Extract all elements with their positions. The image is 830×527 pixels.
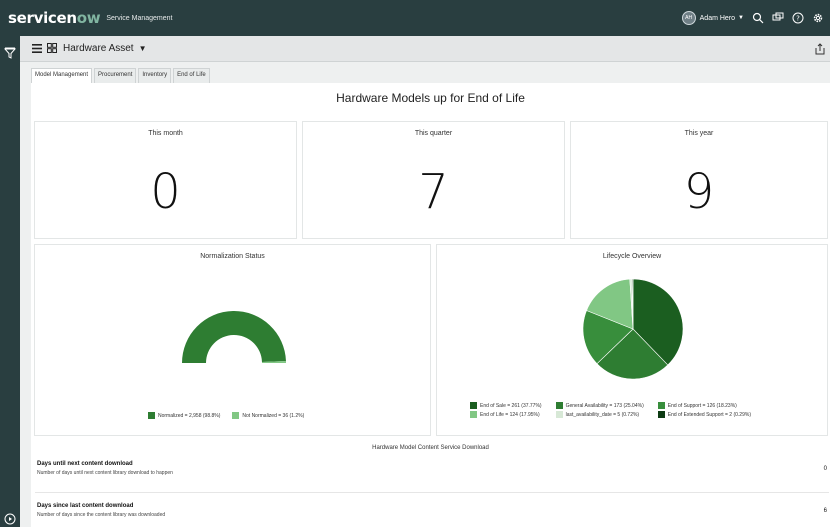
legend-label: End of Extended Support = 2 (0.29%) [667,411,751,418]
legend-swatch [555,402,563,409]
legend-label: End of Life = 124 (17.95%) [480,411,540,418]
counter-this-year[interactable]: This year 9 [570,121,828,239]
legend-swatch [657,411,665,418]
dashboard-title[interactable]: Hardware Asset [63,43,134,54]
row-description: Number of days since the content library… [37,512,166,518]
counter-value: 7 [418,164,449,220]
widget-title: Normalization Status [200,253,265,260]
normalization-legend: Normalized = 2,958 (98.8%) Not Normalize… [148,412,304,419]
normalization-donut-chart[interactable] [35,263,432,413]
dashboard-switcher-chevron-icon[interactable]: ▼ [139,44,147,53]
tab-procurement[interactable]: Procurement [94,68,137,83]
left-navigation-rail [0,36,20,527]
tab-inventory[interactable]: Inventory [138,68,172,83]
legend-swatch [470,402,477,409]
lifecycle-legend: End of Sale = 261 (37.77%) End of Life =… [470,402,751,418]
counter-label: This quarter [414,130,453,137]
donut-slice-normalized[interactable] [182,310,286,363]
row-description: Number of days until next content librar… [37,470,173,476]
legend-item-last-availability-date[interactable]: last_availability_date = 5 (0.72%) [555,411,644,418]
play-icon[interactable] [4,512,16,527]
search-icon[interactable] [752,12,764,24]
content-download-title: Hardware Model Content Service Download [372,445,489,451]
legend-label: Normalized = 2,958 (98.8%) [158,412,221,419]
counter-this-quarter[interactable]: This quarter 7 [302,121,565,239]
page-title: Hardware Models up for End of Life [336,91,525,105]
dashboard-grid-icon[interactable] [47,40,57,58]
legend-item-end-of-extended-support[interactable]: End of Extended Support = 2 (0.29%) [657,411,751,418]
hamburger-menu-icon[interactable] [32,40,42,58]
help-icon[interactable]: ? [792,12,804,24]
gear-icon[interactable] [812,12,824,24]
lifecycle-overview-widget: Lifecycle Overview End of Sale = 261 (37… [436,244,828,436]
legend-item-general-availability[interactable]: General Availability = 173 (25.04%) [555,402,644,409]
user-menu-chevron-icon[interactable]: ▼ [738,15,744,21]
legend-label: last_availability_date = 5 (0.72%) [565,411,640,418]
share-icon[interactable] [815,42,825,60]
user-avatar[interactable]: AH [681,11,696,25]
top-banner: servicenow Service Management AH Adam He… [0,0,830,36]
days-until-next-download-row[interactable]: Days until next content download Number … [37,461,827,476]
widget-title: Lifecycle Overview [602,253,662,260]
legend-swatch [232,412,240,419]
legend-swatch [148,412,155,419]
row-label: Days since last content download [37,503,134,509]
connect-chat-icon[interactable] [772,12,784,24]
app-name: Service Management [106,14,173,22]
counter-label: This year [684,130,714,137]
tab-model-management[interactable]: Model Management [31,68,93,83]
servicenow-logo[interactable]: servicenow [8,9,101,27]
row-value: 6 [823,508,827,514]
counter-this-month[interactable]: This month 0 [34,121,297,239]
legend-item-end-of-life[interactable]: End of Life = 124 (17.95%) [470,411,542,418]
counter-value: 0 [150,164,181,220]
lifecycle-pie-chart[interactable] [437,263,829,403]
normalization-status-widget: Normalization Status Normalized = 2,958 … [34,244,431,436]
counter-value: 9 [683,164,715,220]
legend-swatch [470,411,477,418]
legend-swatch [657,402,665,409]
dashboard-titlebar: Hardware Asset ▼ [20,36,830,62]
dashboard-tabs: Model Management Procurement Inventory E… [31,68,210,83]
legend-swatch [555,411,563,418]
row-label: Days until next content download [37,461,133,467]
counter-label: This month [148,130,183,137]
dashboard-content: Hardware Models up for End of Life This … [31,83,830,527]
user-name[interactable]: Adam Hero [700,15,735,22]
legend-item-not-normalized[interactable]: Not Normalized = 36 (1.2%) [232,412,304,419]
svg-text:?: ? [796,15,800,23]
filter-navigator-icon[interactable] [3,46,17,64]
legend-label: End of Support = 126 (18.23%) [667,402,737,409]
legend-label: End of Sale = 261 (37.77%) [480,402,542,409]
tab-end-of-life[interactable]: End of Life [173,68,210,83]
row-divider [35,492,829,493]
legend-item-end-of-support[interactable]: End of Support = 126 (18.23%) [657,402,751,409]
legend-item-end-of-sale[interactable]: End of Sale = 261 (37.77%) [470,402,542,409]
legend-item-normalized[interactable]: Normalized = 2,958 (98.8%) [148,412,220,419]
row-value: 0 [823,466,827,472]
legend-label: Not Normalized = 36 (1.2%) [242,412,305,419]
days-since-last-download-row[interactable]: Days since last content download Number … [37,503,827,518]
legend-label: General Availability = 173 (25.04%) [565,402,644,409]
